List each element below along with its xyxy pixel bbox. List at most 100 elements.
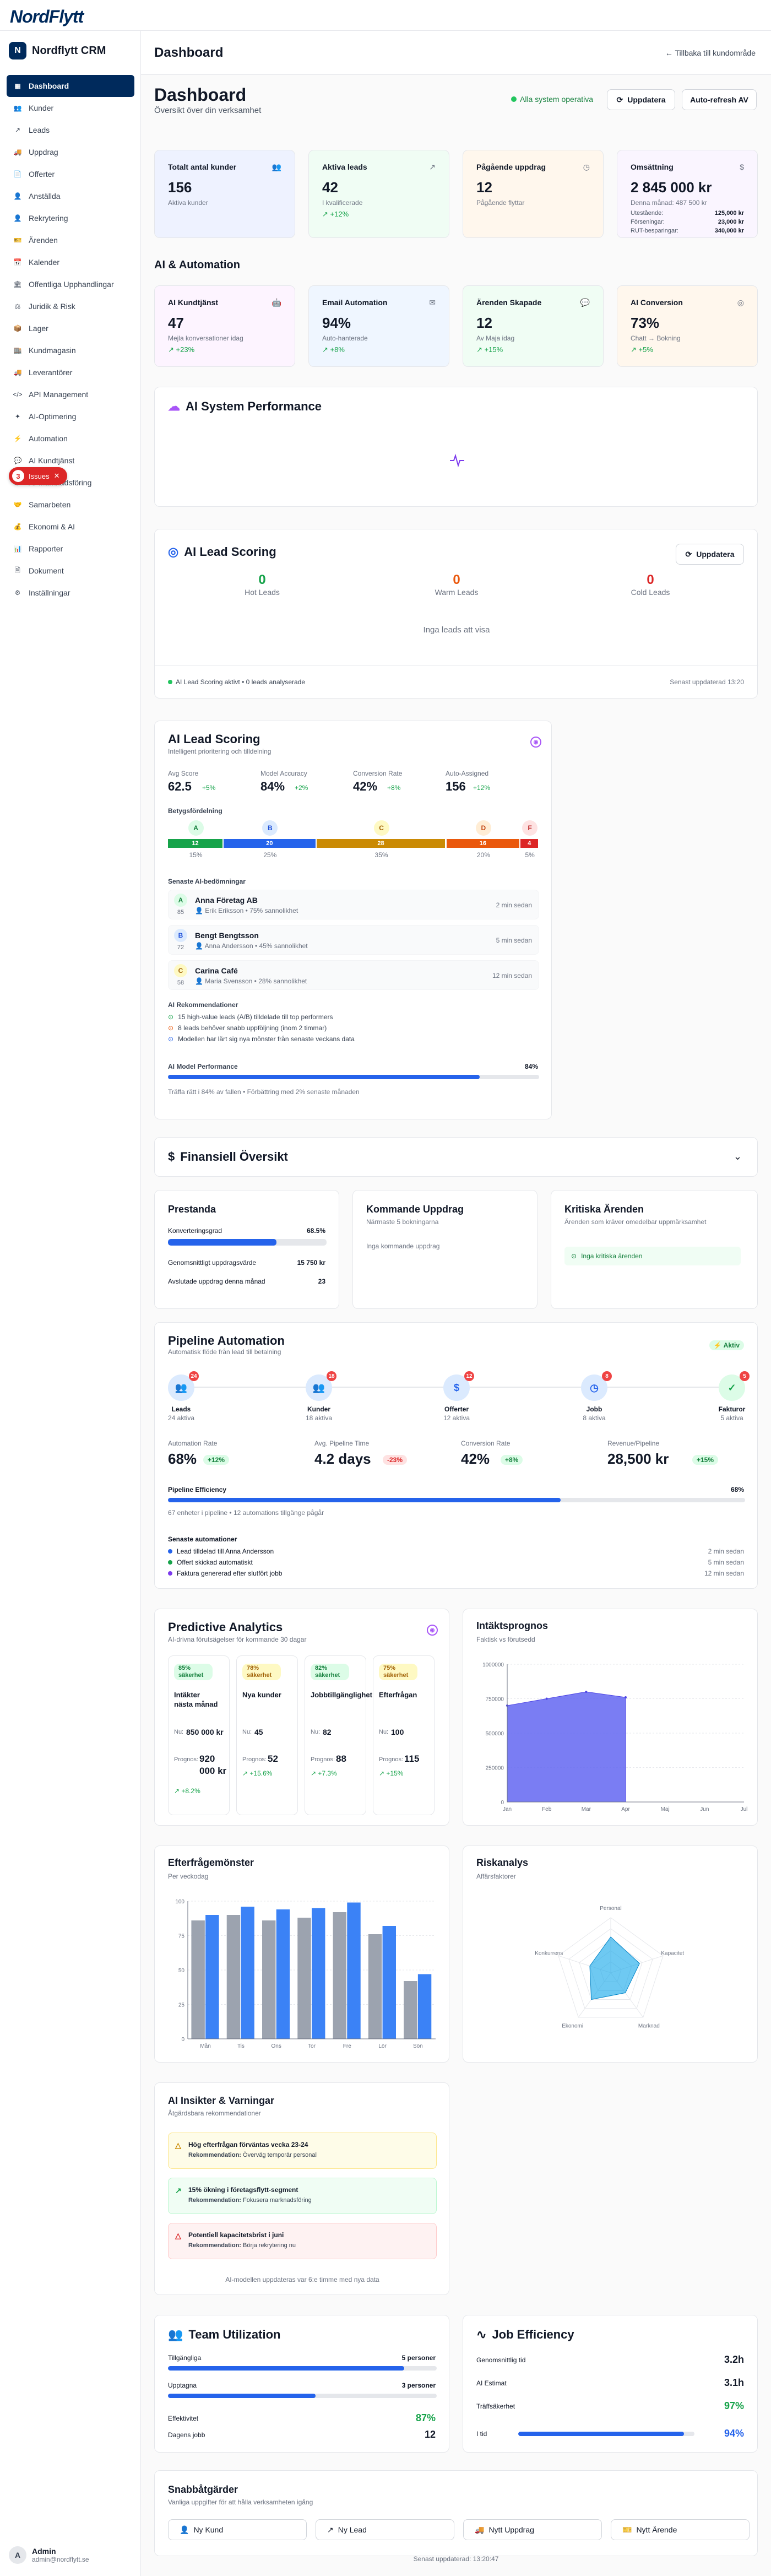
issues-badge[interactable]: 3 Issues ✕ [9, 467, 68, 485]
job-efficiency-title: Job Efficiency [492, 2328, 574, 2341]
prediction-title: Nya kunder [242, 1691, 281, 1699]
money-icon: 💰 [13, 523, 22, 531]
kpi-card: Omsättning $2 845 000 kr Denna månad: 487 … [617, 150, 758, 238]
grade-pct: 35% [374, 851, 388, 859]
demand-chart: 0 25 50 75 100 Mån Tis Ons Tor Fre Lör Sön [175, 1899, 436, 2049]
sidebar-item-10[interactable]: ⚖ Juridik & Risk [7, 295, 134, 317]
insight-rec-label: Rekommendation: [188, 2242, 241, 2249]
area-series [507, 1691, 626, 1803]
forecast-delta-value: +7.3% [318, 1769, 337, 1777]
sidebar-item-15[interactable]: ✦ AI-Optimering [7, 405, 134, 427]
back-link[interactable]: ← Tillbaka till kundområde [665, 48, 756, 57]
sidebar-item-14[interactable]: </> API Management [7, 383, 134, 405]
list-item[interactable]: A 85 Anna Företag AB 👤 Erik Eriksson • 75% … [168, 890, 539, 919]
pipeline-stat-value: 4.2 days [314, 1451, 371, 1467]
sidebar-item-23[interactable]: ⚙ Inställningar [7, 582, 134, 604]
ai-automation-title: AI & Automation [154, 259, 240, 271]
insight-title: Hög efterfrågan förväntas vecka 23-24 [188, 2141, 308, 2149]
quick-action-button[interactable]: 🎫 Nytt Ärende [611, 2519, 750, 2540]
status-dot [511, 96, 517, 102]
quick-action-label: Ny Kund [193, 2525, 224, 2534]
pipeline-efficiency-note: 67 enheter i pipeline • 12 automations t… [168, 1509, 324, 1517]
sidebar-item-7[interactable]: 🎫 Ärenden [7, 229, 134, 251]
insight-title: Potentiell kapacitetsbrist i juni [188, 2231, 284, 2239]
sidebar-item-19[interactable]: 🤝 Samarbeten [7, 494, 134, 516]
kpi-value: 12 [476, 179, 492, 196]
user-profile[interactable]: A Admin admin@nordflytt.se [9, 2546, 89, 2564]
sidebar-item-11[interactable]: 📦 Lager [7, 317, 134, 339]
now-value: 100 [391, 1728, 404, 1736]
quick-action-button[interactable]: ↗ Ny Lead [316, 2519, 454, 2540]
trend-up-icon: ↗ [476, 345, 485, 354]
sidebar-item-3[interactable]: 🚚 Uppdrag [7, 141, 134, 163]
sidebar-item-22[interactable]: 🗎 Dokument [7, 560, 134, 582]
kpi-line-value: 23,000 kr [718, 219, 744, 225]
sidebar-item-4[interactable]: 📄 Offerter [7, 163, 134, 185]
sidebar-item-5[interactable]: 👤 Anställda [7, 185, 134, 207]
warehouse-icon: 🏬 [13, 347, 22, 354]
sidebar-item-6[interactable]: 👤 Rekrytering [7, 207, 134, 229]
pipeline-efficiency-bar [168, 1498, 745, 1502]
sidebar-item-20[interactable]: 💰 Ekonomi & AI [7, 516, 134, 538]
risk-chart: Personal Kapacitet Marknad Ekonomi Konkurren… [535, 1906, 684, 2029]
insight-rec: Rekommendation: Börja rekrytering nu [188, 2242, 296, 2249]
handshake-icon: 🤝 [13, 501, 22, 508]
sidebar-nav: ▦ Dashboard 👥 Kunder ↗ Leads 🚚 Uppdrag 📄 Offerter… [7, 75, 134, 604]
forecast-value: 52 [268, 1754, 278, 1764]
busy-label: Upptagna [168, 2382, 197, 2389]
ls-stat-delta: +2% [295, 784, 308, 792]
warm-leads-count: 0 [453, 572, 460, 587]
forecast-delta: ↗ +15% [379, 1769, 403, 1777]
close-icon[interactable]: ✕ [54, 472, 60, 480]
refresh-button[interactable]: ⟳ Uppdatera [607, 89, 675, 110]
stage-label: Offerter [444, 1405, 469, 1413]
available-label: Tillgängliga [168, 2354, 202, 2362]
ai-card-trend: ↗ +15% [476, 345, 503, 354]
auto-refresh-button[interactable]: Auto-refresh AV [682, 89, 757, 110]
dollar-icon: $ [740, 163, 744, 171]
lead-scoring-refresh-button[interactable]: ⟳ Uppdatera [676, 544, 744, 565]
kpi-line-label: Utestående: [631, 210, 664, 217]
quick-action-button[interactable]: 👤 Ny Kund [168, 2519, 307, 2540]
grade-bar: 20 [224, 839, 316, 848]
radar-series [589, 1936, 640, 2000]
status-dot [168, 680, 172, 684]
y-tick-label: 500000 [486, 1731, 504, 1737]
ls-stat-value: 42% [353, 780, 378, 793]
brand[interactable]: N Nordflytt CRM [9, 42, 106, 59]
sidebar-item-label: Offerter [29, 170, 55, 178]
calendar-icon: 📅 [13, 258, 22, 266]
job-row-label: Genomsnittlig tid [476, 2356, 526, 2364]
sidebar-item-2[interactable]: ↗ Leads [7, 119, 134, 141]
sidebar-item-12[interactable]: 🏬 Kundmagasin [7, 339, 134, 361]
sidebar-item-label: Rekrytering [29, 214, 68, 223]
forecast-delta-value: +15% [386, 1769, 404, 1777]
y-tick-label: 100 [175, 1899, 184, 1905]
prediction-title: Efterfrågan [379, 1691, 417, 1699]
finance-overview-toggle[interactable]: $ Finansiell Översikt ⌄ [154, 1137, 758, 1177]
kpi-value: 42 [322, 179, 338, 196]
sidebar-item-16[interactable]: ⚡ Automation [7, 427, 134, 450]
sidebar-item-8[interactable]: 📅 Kalender [7, 251, 134, 273]
demand-subtitle: Per veckodag [168, 1873, 209, 1880]
sidebar-item-21[interactable]: 📊 Rapporter [7, 538, 134, 560]
list-item[interactable]: B 72 Bengt Bengtsson 👤 Anna Andersson • 45%… [168, 925, 539, 955]
sidebar-item-1[interactable]: 👥 Kunder [7, 97, 134, 119]
quick-action-button[interactable]: 🚚 Nytt Uppdrag [463, 2519, 602, 2540]
page-header: Dashboard ← Tillbaka till kundområde [141, 31, 771, 75]
chevron-down-icon[interactable]: ⌄ [734, 1151, 742, 1162]
ai-system-performance-header: ☁ AI System Performance [168, 399, 322, 414]
available-value: 5 personer [401, 2354, 436, 2362]
page-subtitle: Översikt över din verksamhet [154, 106, 262, 115]
sidebar-item-13[interactable]: 🚚 Leverantörer [7, 361, 134, 383]
nordflytt-logo[interactable]: NordFlytt [10, 7, 84, 27]
sidebar-item-label: Leads [29, 126, 50, 134]
scale-icon: ⚖ [14, 302, 21, 310]
doc-icon: 📄 [13, 170, 22, 178]
job-row-label: Träffsäkerhet [476, 2402, 515, 2410]
prediction-title: Intäkter nästa månad [174, 1691, 218, 1708]
sidebar-item-0[interactable]: ▦ Dashboard [7, 75, 134, 97]
list-item[interactable]: C 58 Carina Café 👤 Maria Svensson • 28% san… [168, 960, 539, 990]
grade-badge: C [373, 820, 389, 836]
sidebar-item-9[interactable]: 🏛 Offentliga Upphandlingar [7, 273, 134, 295]
